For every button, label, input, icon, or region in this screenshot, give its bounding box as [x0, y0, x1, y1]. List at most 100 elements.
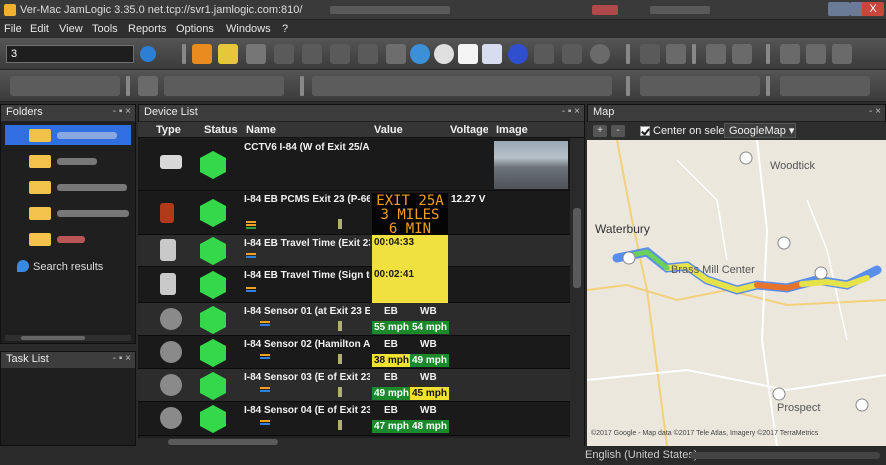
jamlogic-logo-icon[interactable] — [192, 44, 212, 64]
folders-pane-controls[interactable]: - ▪ × — [113, 106, 131, 117]
map-provider-select[interactable]: GoogleMap ▾ — [724, 123, 796, 138]
earth-icon[interactable] — [508, 44, 528, 64]
device-list-vscroll[interactable] — [570, 138, 584, 438]
clock-icon[interactable] — [434, 44, 454, 64]
map-pane-controls[interactable]: - × — [869, 106, 881, 117]
menu-tools[interactable]: Tools — [92, 23, 118, 35]
menu-view[interactable]: View — [59, 23, 83, 35]
menu-reports[interactable]: Reports — [128, 23, 167, 35]
title-bar: Ver-Mac JamLogic 3.35.0 net.tcp://svr1.j… — [0, 0, 886, 20]
task-list-pane-controls[interactable]: - ▪ × — [113, 353, 131, 364]
window-title: Ver-Mac JamLogic 3.35.0 net.tcp://svr1.j… — [20, 4, 303, 16]
toolbar-blurred-group[interactable] — [312, 76, 612, 96]
tool-icon[interactable] — [534, 44, 554, 64]
menu-help[interactable]: ? — [282, 23, 288, 35]
toolbar-grip — [126, 76, 130, 96]
device-row[interactable]: I-84 Sensor 02 (Hamilton A EB WB 38 mph 4… — [138, 336, 570, 369]
minimize-button[interactable] — [828, 2, 850, 16]
column-image[interactable]: Image — [496, 124, 528, 136]
search-results-item[interactable]: Search results — [17, 260, 103, 273]
sign-mini-icon — [260, 321, 270, 331]
map-view[interactable]: Woodtick Waterbury Brass Mill Center Pro… — [587, 140, 886, 446]
status-blurred — [690, 452, 880, 459]
sign-mini-icon — [260, 387, 270, 397]
folders-hscroll[interactable] — [5, 335, 131, 341]
map-town-label: Woodtick — [770, 160, 816, 172]
folder-item[interactable] — [5, 229, 131, 249]
search-input[interactable] — [6, 45, 134, 63]
tool-icon[interactable] — [832, 44, 852, 64]
device-name: I-84 EB PCMS Exit 23 (P-66) — [244, 194, 370, 205]
menu-windows[interactable]: Windows — [226, 23, 271, 35]
tool-icon[interactable] — [358, 44, 378, 64]
sign-icon[interactable] — [218, 44, 238, 64]
toolbar-blurred-group[interactable] — [640, 76, 760, 96]
sensor-icon — [160, 407, 182, 429]
globe-icon[interactable] — [410, 44, 430, 64]
menu-options[interactable]: Options — [176, 23, 214, 35]
tool-icon[interactable] — [640, 44, 660, 64]
monitor-icon[interactable] — [666, 44, 686, 64]
menu-edit[interactable]: Edit — [30, 23, 49, 35]
tool-icon[interactable] — [562, 44, 582, 64]
vscroll-thumb[interactable] — [573, 208, 581, 288]
map-town-label: Prospect — [777, 402, 821, 414]
chart-icon[interactable] — [246, 44, 266, 64]
document-icon[interactable] — [458, 44, 478, 64]
device-row[interactable]: I-84 EB PCMS Exit 23 (P-66) EXIT 25A 3 M… — [138, 191, 570, 236]
device-row[interactable]: I-84 Sensor 04 (E of Exit 23, EB WB 47 mp… — [138, 402, 570, 436]
battery-icon — [338, 420, 342, 430]
column-status[interactable]: Status — [204, 124, 238, 136]
device-row[interactable]: I-84 EB Travel Time (Sign to 00:02:41 — [138, 267, 570, 303]
folders-header: Folders - ▪ × — [1, 105, 135, 121]
toolbar-grip — [182, 44, 186, 64]
close-button[interactable]: X — [862, 2, 884, 16]
column-type[interactable]: Type — [156, 124, 181, 136]
menu-file[interactable]: File — [4, 23, 22, 35]
device-list-hscroll[interactable] — [138, 438, 584, 446]
column-value[interactable]: Value — [374, 124, 403, 136]
battery-icon — [338, 354, 342, 364]
eb-speed: 49 mph — [372, 387, 412, 400]
folder-icon — [29, 233, 51, 246]
zoom-in-button[interactable]: + — [593, 125, 607, 137]
device-row[interactable]: I-84 EB Travel Time (Exit 23 00:04:33 — [138, 235, 570, 267]
folder-label-blurred — [57, 132, 117, 139]
tool-icon[interactable] — [138, 76, 158, 96]
graph-icon[interactable] — [482, 44, 502, 64]
folders-hscroll-thumb[interactable] — [21, 336, 85, 340]
center-on-select-checkbox[interactable] — [640, 126, 650, 136]
tool-icon[interactable] — [732, 44, 752, 64]
tool-icon[interactable] — [706, 44, 726, 64]
toolbar-blurred-group[interactable] — [780, 76, 870, 96]
hscroll-thumb[interactable] — [168, 439, 278, 445]
tool-icon[interactable] — [780, 44, 800, 64]
tool-icon[interactable] — [590, 44, 610, 64]
column-name[interactable]: Name — [246, 124, 276, 136]
folder-item[interactable] — [5, 203, 131, 223]
zoom-out-button[interactable]: - — [611, 125, 625, 137]
folder-item[interactable] — [5, 125, 131, 145]
folder-item[interactable] — [5, 177, 131, 197]
eb-speed: 55 mph — [372, 321, 412, 334]
device-name: I-84 Sensor 01 (at Exit 23 E — [244, 306, 370, 317]
toolbar-blurred-group[interactable] — [164, 76, 284, 96]
tool-icon[interactable] — [386, 44, 406, 64]
toolbar-blurred-group[interactable] — [10, 76, 120, 96]
device-row[interactable]: I-84 Sensor 03 (E of Exit 23, EB WB 49 mp… — [138, 369, 570, 402]
device-list-pane-controls[interactable]: - ▪ × — [562, 106, 580, 117]
folder-item[interactable] — [5, 151, 131, 171]
app-icon — [4, 4, 16, 16]
folder-label-blurred — [57, 184, 127, 191]
device-row[interactable]: CCTV6 I-84 (W of Exit 25/A — [138, 139, 570, 191]
status-ok-icon — [200, 199, 226, 227]
tool-icon[interactable] — [330, 44, 350, 64]
camera-thumbnail[interactable] — [494, 141, 568, 189]
refresh-icon[interactable] — [274, 44, 294, 64]
search-icon[interactable] — [140, 46, 156, 62]
tool-icon[interactable] — [806, 44, 826, 64]
camera-icon — [160, 155, 182, 169]
tool-icon[interactable] — [302, 44, 322, 64]
column-voltage[interactable]: Voltage — [450, 124, 488, 136]
device-row[interactable]: I-84 Sensor 01 (at Exit 23 E EB WB 55 mph… — [138, 303, 570, 336]
